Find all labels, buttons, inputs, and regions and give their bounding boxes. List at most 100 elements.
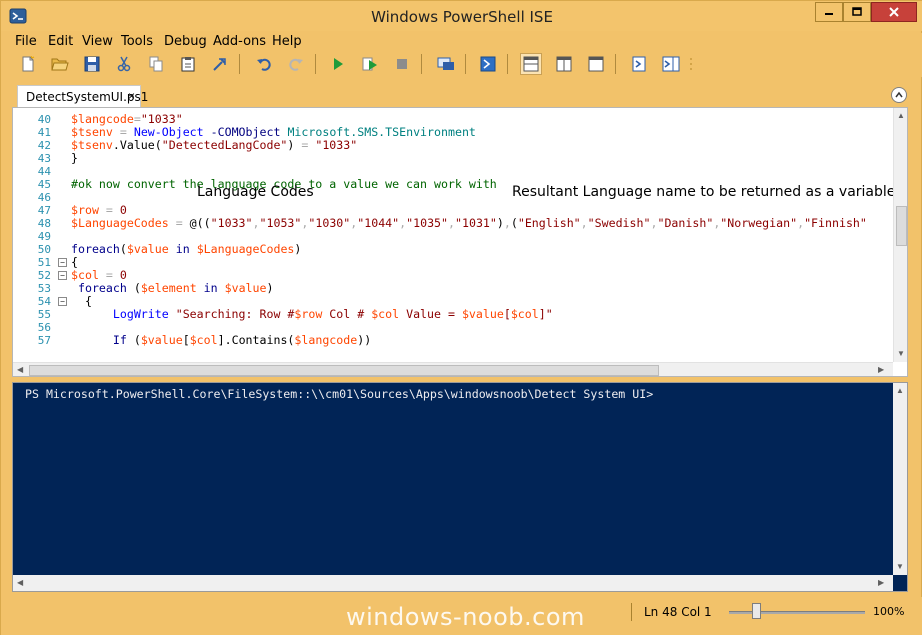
maximize-button[interactable] [843, 2, 871, 22]
code-line: $tsenv = New-Object -COMObject Microsoft… [71, 125, 476, 139]
line-number: 49 [37, 230, 51, 243]
menu-help[interactable]: Help [272, 34, 302, 49]
scroll-up-arrow-icon[interactable]: ▲ [897, 111, 905, 120]
tab-detectsystemui[interactable]: DetectSystemUI.ps1 × [17, 85, 148, 107]
undo-icon[interactable] [253, 53, 275, 75]
line-number: 56 [37, 321, 51, 334]
scroll-up-arrow-icon[interactable]: ▲ [896, 386, 904, 395]
scroll-right-arrow-icon[interactable]: ▶ [878, 365, 884, 374]
line-number: 57 [37, 334, 51, 347]
scroll-down-arrow-icon[interactable]: ▼ [896, 562, 904, 571]
fold-toggle-icon[interactable]: − [58, 271, 67, 280]
close-window-button[interactable] [871, 2, 917, 22]
run-script-icon[interactable] [327, 53, 349, 75]
collapse-script-pane-icon[interactable] [891, 87, 907, 103]
cursor-position: Ln 48 Col 1 [644, 605, 712, 619]
code-line: $tsenv.Value("DetectedLangCode") = "1033… [71, 138, 358, 152]
scroll-right-arrow-icon[interactable]: ▶ [878, 578, 884, 587]
editor-vertical-scrollbar[interactable]: ▲ ▼ [893, 108, 907, 362]
minimize-button[interactable] [815, 2, 843, 22]
status-separator [631, 603, 632, 621]
save-icon[interactable] [81, 53, 103, 75]
toolbar-overflow-icon[interactable] [686, 53, 696, 75]
copy-icon[interactable] [145, 53, 167, 75]
show-script-pane-top-icon[interactable] [520, 53, 542, 75]
line-number: 41 [37, 126, 51, 139]
open-folder-icon[interactable] [49, 53, 71, 75]
clear-console-icon[interactable] [209, 53, 231, 75]
stop-icon[interactable] [391, 53, 413, 75]
toolbar-separator [239, 54, 240, 74]
line-number: 53 [37, 282, 51, 295]
line-number-gutter: 40 41 42 43 44 45 46 47 48 49 50 51 52 5… [13, 108, 67, 356]
line-number: 54 [37, 295, 51, 308]
line-number: 43 [37, 152, 51, 165]
menu-tools[interactable]: Tools [121, 34, 153, 49]
code-line: $row = 0 [71, 203, 127, 217]
toolbar-separator [615, 54, 616, 74]
show-script-pane-maximized-icon[interactable] [585, 53, 607, 75]
tab-close-icon[interactable]: × [128, 89, 135, 103]
zoom-level: 100% [873, 605, 905, 618]
code-area[interactable]: " " $langcode="1033" $tsenv = New-Object… [71, 108, 893, 356]
cut-icon[interactable] [113, 53, 135, 75]
toolbar [1, 51, 922, 77]
scroll-left-arrow-icon[interactable]: ◀ [17, 365, 23, 374]
script-tab-strip: DetectSystemUI.ps1 × [1, 81, 922, 107]
line-number: 40 [37, 113, 51, 126]
show-command-window-icon[interactable] [628, 53, 650, 75]
scroll-left-arrow-icon[interactable]: ◀ [17, 578, 23, 587]
scroll-down-arrow-icon[interactable]: ▼ [897, 349, 905, 358]
fold-toggle-icon[interactable]: − [58, 258, 67, 267]
paste-icon[interactable] [177, 53, 199, 75]
code-line: { [71, 294, 92, 308]
line-number: 47 [37, 204, 51, 217]
scroll-thumb[interactable] [896, 206, 907, 246]
line-number: 45 [37, 178, 51, 191]
annotation-language-codes: Language Codes [197, 184, 314, 200]
line-number: 42 [37, 139, 51, 152]
script-editor[interactable]: 40 41 42 43 44 45 46 47 48 49 50 51 52 5… [12, 107, 908, 377]
powershell-ise-window: Windows PowerShell ISE File Edit View To… [0, 0, 922, 635]
menu-bar: File Edit View Tools Debug Add-ons Help [1, 33, 922, 51]
code-line: If ($value[$col].Contains($langcode)) [112, 333, 372, 347]
watermark-text: windows-noob.com [346, 603, 585, 631]
code-line: $col = 0 [71, 268, 127, 282]
start-powershell-icon[interactable] [477, 53, 499, 75]
toolbar-separator [421, 54, 422, 74]
menu-addons[interactable]: Add-ons [213, 34, 266, 49]
code-line: { [71, 255, 78, 269]
code-line: } [71, 151, 78, 165]
line-number: 48 [37, 217, 51, 230]
redo-icon[interactable] [285, 53, 307, 75]
console-vertical-scrollbar[interactable]: ▲ ▼ [893, 383, 907, 575]
scroll-thumb[interactable] [29, 365, 659, 376]
show-command-addon-icon[interactable] [660, 53, 682, 75]
show-script-pane-right-icon[interactable] [553, 53, 575, 75]
zoom-slider-thumb[interactable] [751, 603, 761, 619]
annotation-resultant-language-name: Resultant Language name to be returned a… [512, 184, 893, 200]
menu-edit[interactable]: Edit [48, 34, 73, 49]
menu-view[interactable]: View [82, 34, 113, 49]
new-file-icon[interactable] [17, 53, 39, 75]
toolbar-separator [507, 54, 508, 74]
zoom-slider-track[interactable] [729, 611, 865, 614]
menu-file[interactable]: File [15, 34, 37, 49]
line-number: 50 [37, 243, 51, 256]
editor-horizontal-scrollbar[interactable]: ◀ ▶ [13, 362, 893, 376]
code-line: foreach ($element in $value) [77, 281, 274, 295]
console-pane[interactable]: PS Microsoft.PowerShell.Core\FileSystem:… [12, 382, 908, 592]
line-number: 52 [37, 269, 51, 282]
console-prompt[interactable]: PS Microsoft.PowerShell.Core\FileSystem:… [25, 387, 653, 401]
run-selection-icon[interactable] [359, 53, 381, 75]
menu-debug[interactable]: Debug [164, 34, 207, 49]
code-line: foreach($value in $LanguageCodes) [71, 242, 302, 256]
toolbar-separator [465, 54, 466, 74]
fold-toggle-icon[interactable]: − [58, 297, 67, 306]
code-line: LogWrite "Searching: Row #$row Col # $co… [112, 307, 553, 321]
new-remote-tab-icon[interactable] [435, 53, 457, 75]
line-number: 44 [37, 165, 51, 178]
code-line: $LanguageCodes = @(("1033","1053","1030"… [71, 216, 867, 230]
console-horizontal-scrollbar[interactable]: ◀ ▶ [13, 575, 893, 591]
toolbar-separator [315, 54, 316, 74]
